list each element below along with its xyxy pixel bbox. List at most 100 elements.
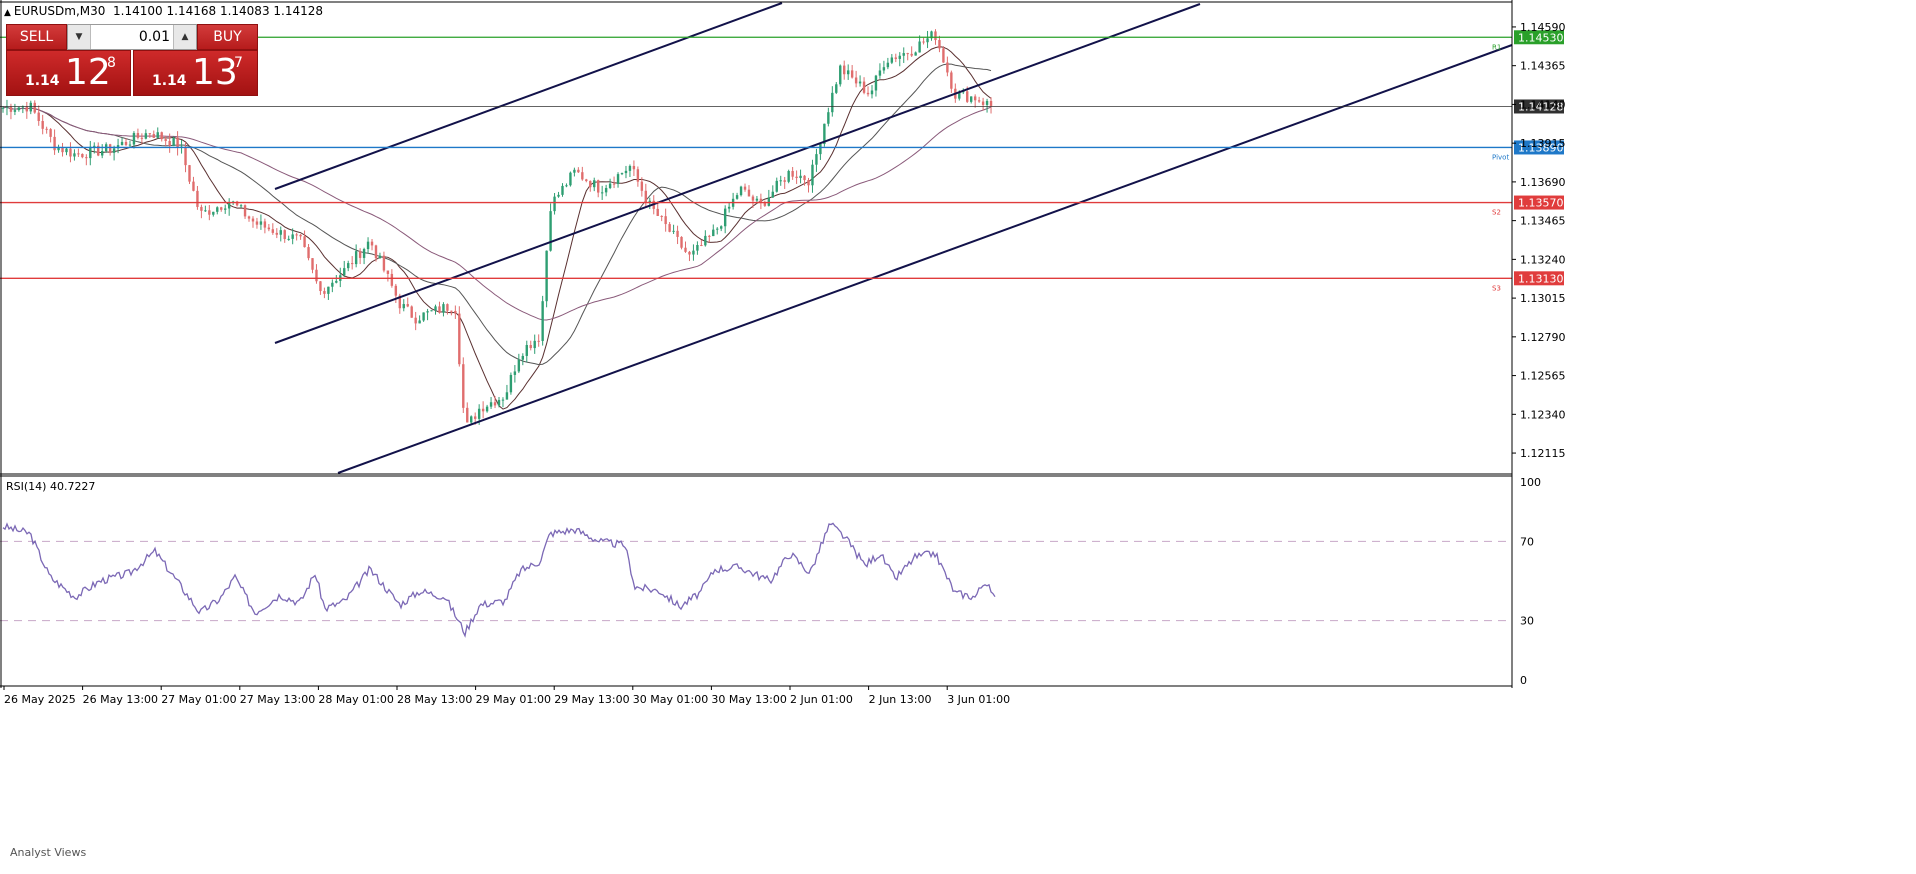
candle-body <box>466 407 469 423</box>
analyst-views-label[interactable]: Analyst Views <box>10 846 86 859</box>
lot-size-input[interactable]: ▼ 0.01 ▲ <box>67 24 197 50</box>
sell-price-prefix: 1.14 <box>25 73 60 89</box>
buy-price-button[interactable]: 1.14 13 7 <box>133 50 258 96</box>
candle-body <box>481 408 485 412</box>
increase-lot-icon[interactable]: ▲ <box>173 25 196 49</box>
decrease-lot-icon[interactable]: ▼ <box>68 25 91 49</box>
candle-body <box>914 52 917 56</box>
candle-body <box>243 205 247 217</box>
sell-button[interactable]: SELL <box>6 24 67 50</box>
candle-body <box>386 270 390 274</box>
candle-body <box>688 251 691 255</box>
candle-body <box>628 165 632 171</box>
candle-body <box>275 232 278 235</box>
candle-body <box>676 230 679 237</box>
candle-body <box>212 211 215 215</box>
candle-body <box>894 57 897 59</box>
collapse-triangle-icon[interactable]: ▲ <box>4 8 11 18</box>
sell-price-button[interactable]: 1.14 12 8 <box>6 50 131 96</box>
candle-body <box>220 207 223 210</box>
chart-background <box>0 0 1916 874</box>
candle-body <box>985 100 989 105</box>
candle-body <box>414 317 417 324</box>
candle-body <box>640 181 644 191</box>
candle-body <box>620 173 624 175</box>
price-tick-label: 1.12340 <box>1520 408 1566 421</box>
candle-body <box>664 216 667 225</box>
price-tick-label: 1.13465 <box>1520 215 1566 228</box>
candle-body <box>295 234 298 236</box>
candle-body <box>25 106 29 112</box>
level-price-text: 1.13570 <box>1518 197 1564 210</box>
candle-body <box>779 180 782 182</box>
candle-body <box>624 170 628 174</box>
high-value: 1.14168 <box>166 4 217 18</box>
candle-body <box>112 148 116 153</box>
candle-body <box>636 169 640 182</box>
candle-body <box>835 84 838 93</box>
candle-body <box>858 81 862 84</box>
candle-body <box>172 137 175 147</box>
candle-body <box>977 100 981 102</box>
candle-body <box>529 345 532 349</box>
candle-body <box>164 139 167 141</box>
candle-body <box>533 340 536 349</box>
candle-body <box>767 197 771 206</box>
low-value: 1.14083 <box>219 4 270 18</box>
candle-body <box>291 234 294 239</box>
candle-body <box>608 183 612 188</box>
candle-body <box>382 255 386 271</box>
candle-body <box>561 185 564 195</box>
candle-body <box>723 208 727 227</box>
candle-body <box>815 154 818 165</box>
chart-canvas[interactable]: 1.14530R11.141281.13890Pivot1.13570S21.1… <box>0 0 1916 874</box>
candle-body <box>692 250 695 255</box>
candle-body <box>854 77 858 84</box>
candle-body <box>771 191 774 198</box>
candle-body <box>426 311 429 313</box>
candle-body <box>569 172 572 186</box>
candle-body <box>668 224 671 232</box>
candle-body <box>839 65 842 85</box>
candle-body <box>517 359 521 372</box>
candle-body <box>152 134 155 138</box>
candle-body <box>902 53 905 56</box>
candle-body <box>378 255 382 259</box>
candle-body <box>132 133 136 145</box>
candle-body <box>216 207 219 212</box>
candle-body <box>890 57 894 63</box>
buy-button[interactable]: BUY <box>197 24 258 50</box>
candle-body <box>493 402 497 406</box>
price-tick-label: 1.12115 <box>1520 447 1566 460</box>
time-tick-label: 2 Jun 13:00 <box>869 693 932 706</box>
candle-body <box>176 137 179 148</box>
candle-body <box>442 304 445 313</box>
candle-body <box>204 210 207 212</box>
candle-body <box>727 206 731 209</box>
candle-body <box>144 133 148 139</box>
time-tick-label: 2 Jun 01:00 <box>790 693 853 706</box>
candle-body <box>462 364 465 408</box>
lot-size-value[interactable]: 0.01 <box>90 25 174 49</box>
candle-body <box>906 53 909 55</box>
candle-body <box>374 245 378 259</box>
candle-body <box>866 92 870 95</box>
candle-body <box>239 205 243 207</box>
candle-body <box>783 180 786 182</box>
candle-body <box>354 251 358 265</box>
candle-body <box>120 141 124 146</box>
symbol-label: EURUSDm,M30 <box>13 4 106 18</box>
candle-body <box>862 81 866 93</box>
rsi-title: RSI(14) 40.7227 <box>6 480 95 493</box>
candle-body <box>259 221 263 225</box>
candle-body <box>402 304 405 309</box>
candle-body <box>108 144 112 153</box>
candle-body <box>13 110 17 112</box>
time-tick-label: 29 May 13:00 <box>554 693 629 706</box>
candle-body <box>521 355 525 360</box>
candle-body <box>600 192 604 194</box>
candle-body <box>160 132 163 140</box>
candle-body <box>878 70 882 76</box>
candle-body <box>704 235 707 246</box>
sell-price-big: 12 <box>65 52 111 93</box>
